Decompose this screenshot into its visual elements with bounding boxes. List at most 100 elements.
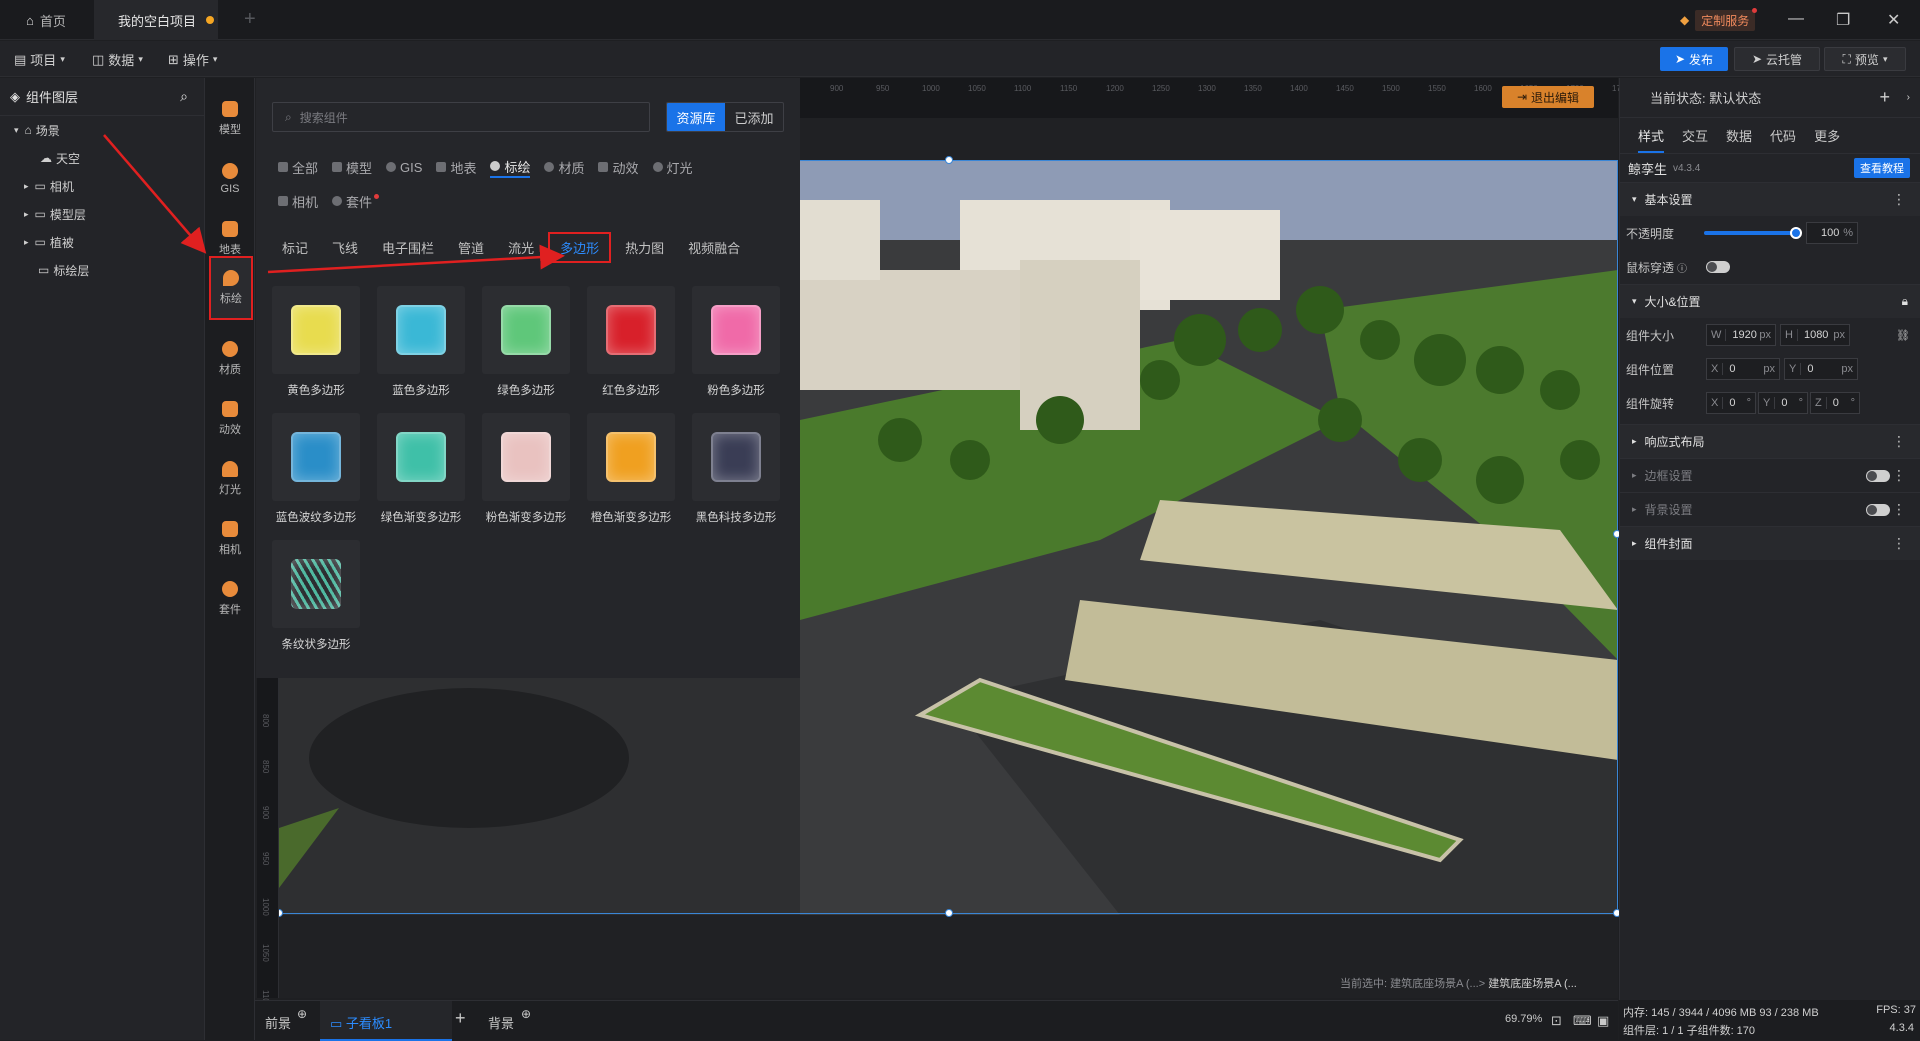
tree-item-camera[interactable]: ▸ ▭ 相机 xyxy=(0,172,204,200)
board-tab-1[interactable]: ▭ 子看板1 xyxy=(320,1001,452,1041)
added-tab[interactable]: 已添加 xyxy=(725,103,783,131)
filter-material[interactable]: 材质 xyxy=(544,156,584,178)
restore-icon[interactable]: ❐ xyxy=(1836,10,1850,30)
polygon-item[interactable]: 蓝色波纹多边形 xyxy=(272,413,360,525)
add-tab-button[interactable]: + xyxy=(244,8,256,31)
polygon-item[interactable]: 条纹状多边形 xyxy=(272,540,360,652)
category-model[interactable]: 模型 xyxy=(205,90,255,148)
filter-model[interactable]: 模型 xyxy=(332,156,372,178)
minimize-icon[interactable]: — xyxy=(1788,10,1804,28)
sub-polygon[interactable]: 多边形 xyxy=(548,232,612,263)
section-border[interactable]: ▸ 边框设置 ⋮ xyxy=(1620,458,1920,492)
more-icon[interactable]: ⋮ xyxy=(1892,501,1906,518)
polygon-item[interactable]: 橙色渐变多边形 xyxy=(587,413,675,525)
resize-handle[interactable] xyxy=(945,909,953,917)
section-responsive[interactable]: ▸ 响应式布局 ⋮ xyxy=(1620,424,1920,458)
polygon-item[interactable]: 粉色多边形 xyxy=(692,286,780,398)
publish-button[interactable]: ➤ 发布 xyxy=(1660,47,1728,71)
section-size-position[interactable]: ▾ 大小&位置 🔒︎ xyxy=(1620,284,1920,318)
y-input[interactable]: Y 0 px xyxy=(1784,358,1858,380)
sub-flyline[interactable]: 飞线 xyxy=(322,232,368,263)
menu-operate[interactable]: ⊞ 操作 ▾ xyxy=(168,50,217,69)
resize-handle[interactable] xyxy=(945,156,953,164)
x-input[interactable]: X 0 px xyxy=(1706,358,1780,380)
fit-screen-icon[interactable]: ⊡ xyxy=(1551,1013,1562,1029)
search-icon[interactable]: ⌕ xyxy=(180,88,188,105)
more-icon[interactable]: ⋮ xyxy=(1892,467,1906,484)
tutorial-button[interactable]: 查看教程 xyxy=(1854,158,1910,178)
tab-home[interactable]: ⌂ 首页 xyxy=(18,0,94,40)
search-input[interactable]: ⌕ 搜索组件 xyxy=(272,102,650,132)
cloud-host-button[interactable]: ➤ 云托管 xyxy=(1734,47,1820,71)
filter-light[interactable]: 灯光 xyxy=(652,156,693,178)
category-kit[interactable]: 套件 xyxy=(205,570,255,628)
rot-z-input[interactable]: Z 0 ° xyxy=(1810,392,1860,414)
add-background-icon[interactable]: ⊕ xyxy=(521,1007,531,1021)
polygon-item[interactable]: 红色多边形 xyxy=(587,286,675,398)
rot-x-input[interactable]: X 0 ° xyxy=(1706,392,1756,414)
mouse-through-toggle[interactable] xyxy=(1706,261,1730,273)
filter-effect[interactable]: 动效 xyxy=(598,156,639,178)
more-icon[interactable]: ⋮ xyxy=(1892,535,1906,552)
add-foreground-icon[interactable]: ⊕ xyxy=(297,1007,307,1021)
rot-y-input[interactable]: Y 0 ° xyxy=(1758,392,1808,414)
sub-fence[interactable]: 电子围栏 xyxy=(372,232,444,263)
opacity-input[interactable]: 100 % xyxy=(1806,222,1858,244)
polygon-item[interactable]: 蓝色多边形 xyxy=(377,286,465,398)
custom-service-button[interactable]: ◆ 定制服务 xyxy=(1680,7,1758,31)
filter-kit[interactable]: 套件 xyxy=(332,190,380,212)
height-input[interactable]: H 1080 px xyxy=(1780,324,1850,346)
filter-surface[interactable]: 地表 xyxy=(436,156,476,178)
sub-video-fusion[interactable]: 视频融合 xyxy=(678,232,750,263)
add-state-icon[interactable]: + xyxy=(1879,87,1890,108)
close-icon[interactable]: ✕ xyxy=(1887,10,1900,30)
category-camera[interactable]: 相机 xyxy=(205,510,255,568)
polygon-item[interactable]: 绿色渐变多边形 xyxy=(377,413,465,525)
category-material[interactable]: 材质 xyxy=(205,330,255,388)
opacity-slider-knob[interactable] xyxy=(1790,227,1802,239)
section-cover[interactable]: ▸ 组件封面 ⋮ xyxy=(1620,526,1920,560)
section-background[interactable]: ▸ 背景设置 ⋮ xyxy=(1620,492,1920,526)
border-toggle[interactable] xyxy=(1866,470,1890,482)
sub-marker[interactable]: 标记 xyxy=(272,232,318,263)
tree-item-plot-layer[interactable]: ▭ 标绘层 xyxy=(0,256,204,284)
preview-button[interactable]: ⛶ 预览 ▾ xyxy=(1824,47,1906,71)
section-basic[interactable]: ▾ 基本设置 ⋮ xyxy=(1620,182,1920,216)
terminal-icon[interactable]: ▣ xyxy=(1597,1013,1609,1029)
polygon-item[interactable]: 绿色多边形 xyxy=(482,286,570,398)
tab-code[interactable]: 代码 xyxy=(1770,126,1796,145)
tree-item-model-layer[interactable]: ▸ ▭ 模型层 xyxy=(0,200,204,228)
filter-gis[interactable]: GIS xyxy=(386,156,422,178)
link-icon[interactable]: ⛓ xyxy=(1896,329,1910,342)
category-effect[interactable]: 动效 xyxy=(205,390,255,448)
filter-camera[interactable]: 相机 xyxy=(278,190,318,212)
tab-project[interactable]: 我的空白项目 xyxy=(94,0,218,40)
foreground-tab[interactable]: 前景 xyxy=(265,1013,291,1032)
category-plot[interactable]: 标绘 xyxy=(209,256,253,320)
more-icon[interactable]: ⋮ xyxy=(1892,433,1906,450)
keyboard-icon[interactable]: ⌨ xyxy=(1573,1013,1592,1029)
width-input[interactable]: W 1920 px xyxy=(1706,324,1776,346)
tab-data[interactable]: 数据 xyxy=(1726,126,1752,145)
lock-icon[interactable]: 🔒︎ xyxy=(1902,294,1908,309)
polygon-item[interactable]: 黑色科技多边形 xyxy=(692,413,780,525)
background-tab[interactable]: 背景 xyxy=(488,1013,514,1032)
opacity-slider-track[interactable] xyxy=(1704,227,1802,239)
add-board-button[interactable]: + xyxy=(455,1008,466,1029)
filter-all[interactable]: 全部 xyxy=(278,156,318,178)
zoom-level[interactable]: 69.79% xyxy=(1505,1013,1542,1025)
menu-data[interactable]: ◫ 数据 ▾ xyxy=(92,50,143,69)
tab-style[interactable]: 样式 xyxy=(1638,126,1665,153)
category-light[interactable]: 灯光 xyxy=(205,450,255,508)
polygon-item[interactable]: 粉色渐变多边形 xyxy=(482,413,570,525)
sub-heatmap[interactable]: 热力图 xyxy=(615,232,674,263)
help-icon[interactable]: ⓘ xyxy=(1677,260,1687,275)
tab-more[interactable]: 更多 xyxy=(1814,126,1840,145)
library-tab[interactable]: 资源库 xyxy=(667,103,725,131)
polygon-item[interactable]: 黄色多边形 xyxy=(272,286,360,398)
sub-pipe[interactable]: 管道 xyxy=(448,232,494,263)
tab-interaction[interactable]: 交互 xyxy=(1682,126,1708,145)
exit-edit-button[interactable]: ⇥ 退出编辑 xyxy=(1502,86,1594,108)
tree-item-vegetation[interactable]: ▸ ▭ 植被 xyxy=(0,228,204,256)
more-icon[interactable]: ⋮ xyxy=(1892,191,1906,208)
